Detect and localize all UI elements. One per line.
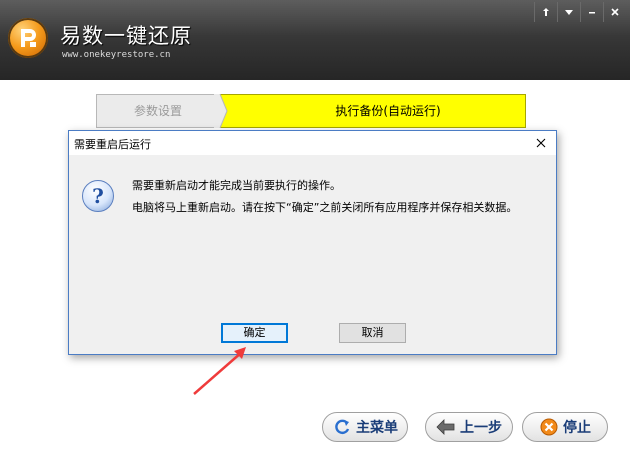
back-arrow-icon xyxy=(436,417,456,437)
dialog-close-icon[interactable] xyxy=(530,133,552,153)
stop-label: 停止 xyxy=(563,420,591,436)
stop-icon xyxy=(539,417,559,437)
cancel-button[interactable]: 取消 xyxy=(339,323,406,343)
step-arrow-icon xyxy=(214,94,228,128)
step-bar: 参数设置 执行备份(自动运行) xyxy=(96,94,526,128)
ok-button[interactable]: 确定 xyxy=(221,323,288,343)
app-window: 易数一键还原 www.onekeyrestore.cn 参数设置 执行备份(自动… xyxy=(0,0,630,463)
dialog-title: 需要重启后运行 xyxy=(74,138,151,151)
annotation-arrow-icon xyxy=(193,347,246,395)
main-menu-label: 主菜单 xyxy=(356,420,398,436)
dialog-message-line1: 需要重新启动才能完成当前要执行的操作。 xyxy=(132,179,341,192)
app-url: www.onekeyrestore.cn xyxy=(62,50,171,60)
dropdown-icon[interactable] xyxy=(557,2,580,22)
app-header: 易数一键还原 www.onekeyrestore.cn xyxy=(0,0,630,80)
restart-dialog: 需要重启后运行 ? 需要重新启动才能完成当前要执行的操作。 电脑将马上重新启动。… xyxy=(68,130,557,355)
step-params: 参数设置 xyxy=(96,94,220,128)
dialog-titlebar: 需要重启后运行 xyxy=(69,131,556,155)
app-logo-icon xyxy=(8,18,48,58)
main-menu-button[interactable]: 主菜单 xyxy=(322,412,408,442)
minimize-icon[interactable] xyxy=(580,2,603,22)
stop-button[interactable]: 停止 xyxy=(522,412,608,442)
refresh-icon xyxy=(332,417,352,437)
close-icon[interactable] xyxy=(603,2,626,22)
prev-step-label: 上一步 xyxy=(460,420,502,436)
app-title: 易数一键还原 xyxy=(60,24,192,48)
pin-icon[interactable] xyxy=(534,2,557,22)
step-execute-backup: 执行备份(自动运行) xyxy=(220,94,526,128)
question-icon: ? xyxy=(82,180,114,212)
dialog-message-line2: 电脑将马上重新启动。请在按下“确定”之前关闭所有应用程序并保存相关数据。 xyxy=(132,201,518,214)
prev-step-button[interactable]: 上一步 xyxy=(425,412,513,442)
window-controls xyxy=(534,2,626,22)
